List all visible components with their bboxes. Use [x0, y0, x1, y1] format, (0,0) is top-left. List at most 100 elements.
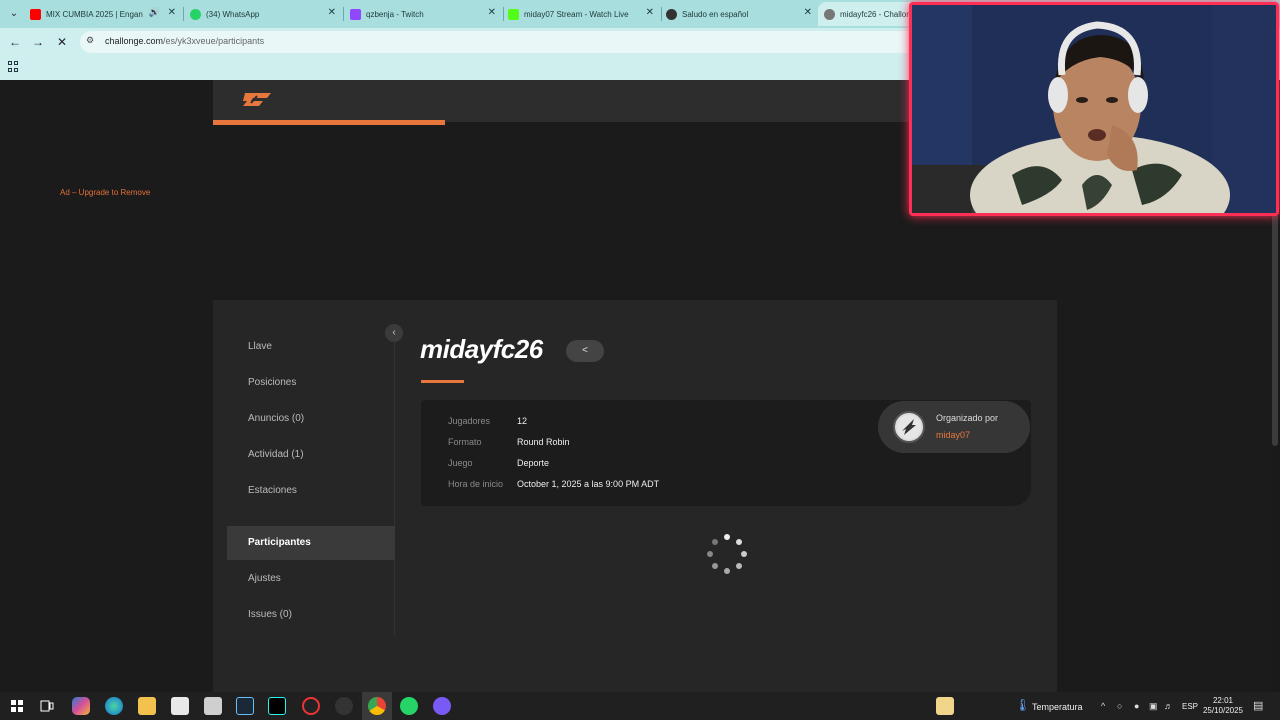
organizer-name-link[interactable]: miday07 — [936, 430, 970, 440]
speaker-icon[interactable]: 🔊 — [149, 7, 160, 18]
nav-item-posiciones[interactable]: Posiciones — [227, 366, 395, 400]
chrome-icon[interactable] — [368, 697, 386, 715]
close-tab-icon[interactable]: ✕ — [804, 7, 812, 18]
thermometer-icon: 🌡 — [1015, 698, 1031, 712]
close-tab-icon[interactable]: ✕ — [328, 7, 336, 18]
copilot-icon[interactable] — [72, 697, 90, 715]
tab-separator — [343, 7, 344, 21]
page-title: midayfc26 — [420, 334, 543, 364]
tournament-panel: Llave Posiciones Anuncios (0) Actividad … — [213, 300, 1057, 692]
nav-item-actividad[interactable]: Actividad (1) — [227, 438, 395, 472]
title-accent-underline — [421, 380, 464, 383]
info-key: Formato — [448, 437, 482, 447]
tab-separator — [503, 7, 504, 21]
tiktok-icon[interactable] — [268, 697, 286, 715]
kick-icon — [508, 8, 519, 20]
challonge-logo-icon[interactable] — [241, 90, 273, 110]
streaming-app-icon[interactable] — [335, 697, 353, 715]
windows-taskbar: 🌡 Temperatura ^ ○ ● ▣ ♬ ESP 22:01 25/10/… — [0, 692, 1280, 720]
info-key: Jugadores — [448, 416, 491, 426]
streamer-camera-feed — [912, 5, 1276, 213]
tab-twitch[interactable]: qzbenja - Twitch ✕ — [350, 2, 504, 26]
url-host: challonge.com — [105, 36, 164, 46]
tab-chatgpt[interactable]: Saludo en español ✕ — [666, 2, 818, 26]
obs-recording-icon[interactable] — [302, 697, 320, 715]
notifications-icon[interactable]: ▤ — [1253, 699, 1263, 712]
nav-item-participantes[interactable]: Participantes — [227, 526, 395, 560]
system-clock[interactable]: 22:01 25/10/2025 — [1196, 696, 1250, 716]
header-accent-bar — [213, 120, 445, 125]
site-info-icon[interactable]: ⚙ — [86, 35, 94, 46]
collapse-sidebar-chevron-icon[interactable]: ‹ — [385, 324, 403, 342]
url-path: /es/yk3xveue/participants — [163, 36, 265, 46]
edge-icon[interactable] — [105, 697, 123, 715]
clock-date: 25/10/2025 — [1202, 706, 1244, 715]
tab-youtube[interactable]: MIX CUMBIA 2025 | Engan 🔊 ✕ — [30, 2, 184, 26]
tab-whatsapp[interactable]: (34) WhatsApp ✕ — [190, 2, 344, 26]
tab-title: qzbenja - Twitch — [366, 9, 424, 19]
file-explorer-icon[interactable] — [138, 697, 156, 715]
info-value: October 1, 2025 a las 9:00 PM ADT — [517, 479, 660, 489]
forward-arrow-icon[interactable]: → — [29, 33, 47, 51]
organizer-avatar — [893, 411, 925, 443]
steam-icon[interactable] — [236, 697, 254, 715]
chevron-up-icon[interactable]: ^ — [1101, 701, 1105, 711]
info-key: Hora de inicio — [448, 479, 504, 489]
chatgpt-icon — [666, 8, 677, 20]
tab-search-button[interactable]: ⌄ — [4, 4, 24, 24]
info-key: Juego — [448, 458, 473, 468]
youtube-icon — [30, 8, 41, 20]
nav-item-llave[interactable]: Llave — [227, 330, 395, 364]
tab-separator — [183, 7, 184, 21]
loading-icon — [824, 8, 835, 20]
nav-item-anuncios[interactable]: Anuncios (0) — [227, 402, 395, 436]
microphone-icon[interactable]: ● — [1134, 701, 1139, 711]
twitch-icon — [350, 8, 361, 20]
discord-icon[interactable] — [433, 697, 451, 715]
nav-item-estaciones[interactable]: Estaciones — [227, 474, 395, 508]
windows-start-icon[interactable] — [8, 697, 26, 715]
info-value: 12 — [517, 416, 528, 426]
organizer-label: Organizado por — [936, 413, 999, 423]
loading-spinner-icon — [707, 534, 747, 574]
info-value: Deporte — [517, 458, 550, 468]
organizer-logo-icon — [897, 415, 921, 439]
volume-icon[interactable]: ♬ — [1164, 701, 1173, 711]
mail-icon[interactable] — [204, 697, 222, 715]
close-tab-icon[interactable]: ✕ — [488, 7, 496, 18]
tab-title: MIX CUMBIA 2025 | Engan — [46, 9, 143, 19]
tab-title: Saludo en español — [682, 9, 749, 19]
tab-kick[interactable]: miday07 Stream - Watch Live ✕ — [508, 2, 662, 26]
nav-item-ajustes[interactable]: Ajustes — [227, 562, 395, 596]
share-icon: < — [582, 345, 588, 356]
nav-item-issues[interactable]: Issues (0) — [227, 598, 395, 632]
info-value: Round Robin — [517, 437, 570, 447]
whatsapp-icon — [190, 8, 201, 20]
organizer-chip[interactable]: Organizado por miday07 — [878, 401, 1030, 453]
back-arrow-icon[interactable]: ← — [6, 33, 24, 51]
notes-app-icon[interactable] — [936, 697, 954, 715]
clock-time: 22:01 — [1212, 696, 1234, 705]
tab-challonge[interactable]: midayfc26 - Challon — [818, 2, 918, 26]
close-tab-icon[interactable]: ✕ — [168, 7, 176, 18]
tab-separator — [661, 7, 662, 21]
url-text: challonge.com/es/yk3xveue/participants — [105, 36, 264, 46]
network-tray-icon[interactable]: ○ — [1117, 701, 1122, 711]
tab-title: midayfc26 - Challon — [840, 9, 911, 19]
tab-title: (34) WhatsApp — [206, 9, 260, 19]
tournament-info-card: Jugadores 12 Formato Round Robin Juego D… — [421, 400, 1031, 506]
tournament-sidebar: Llave Posiciones Anuncios (0) Actividad … — [227, 330, 395, 635]
weather-label[interactable]: Temperatura — [1032, 702, 1083, 712]
whatsapp-taskbar-icon[interactable] — [400, 697, 418, 715]
ad-upgrade-link[interactable]: Ad – Upgrade to Remove — [60, 188, 150, 197]
webcam-overlay — [909, 2, 1279, 216]
display-icon[interactable]: ▣ — [1149, 701, 1158, 712]
apps-grid-icon[interactable] — [8, 61, 19, 72]
store-icon[interactable] — [171, 697, 189, 715]
close-tab-icon[interactable]: ✕ — [646, 7, 654, 18]
tab-title: miday07 Stream - Watch Live — [524, 9, 629, 19]
stop-loading-icon[interactable]: ✕ — [53, 33, 71, 51]
task-view-icon[interactable] — [38, 697, 56, 715]
share-button[interactable]: < — [566, 340, 604, 362]
scrollbar-thumb[interactable] — [1272, 214, 1278, 446]
